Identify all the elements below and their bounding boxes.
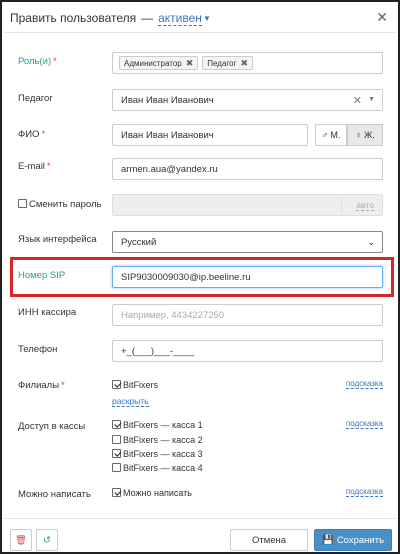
restore-button[interactable]: ↺ bbox=[36, 529, 58, 551]
fio-value: Иван Иван Иванович bbox=[121, 129, 214, 141]
sip-input[interactable]: SIP9030009030@ip.beeline.ru bbox=[112, 266, 383, 288]
cash-option[interactable]: BitFixers — касса 3 bbox=[112, 449, 203, 459]
status-dropdown[interactable]: активен bbox=[158, 11, 202, 26]
email-value: armen.aua@yandex.ru bbox=[121, 163, 218, 175]
close-icon[interactable]: ✕ bbox=[376, 9, 388, 26]
role-tag: Администратор ✖ bbox=[119, 56, 199, 70]
footer-divider bbox=[4, 518, 396, 519]
clear-icon[interactable]: ✕ bbox=[353, 94, 362, 107]
dialog-title: Править пользователя bbox=[10, 11, 137, 25]
fio-input[interactable]: Иван Иван Иванович bbox=[112, 124, 308, 146]
inn-input[interactable]: Например, 4434227250 bbox=[112, 304, 383, 326]
auto-separator bbox=[341, 198, 342, 212]
male-icon: ♂ bbox=[321, 130, 329, 140]
delete-button[interactable]: 🗑 bbox=[10, 529, 32, 551]
cash-checkbox[interactable] bbox=[112, 449, 121, 458]
cash-checkbox[interactable] bbox=[112, 420, 121, 429]
chevron-down-icon[interactable]: ▼ bbox=[368, 96, 375, 103]
language-label: Язык интерфейса bbox=[18, 234, 97, 245]
roles-multiselect[interactable]: Администратор ✖ Педагог ✖ bbox=[112, 52, 383, 74]
password-checkbox[interactable] bbox=[18, 199, 27, 208]
language-value: Русский bbox=[121, 236, 157, 248]
branch-option[interactable]: BitFixers bbox=[112, 380, 158, 390]
cash-option[interactable]: BitFixers — касса 2 bbox=[112, 435, 203, 445]
cash-checkbox[interactable] bbox=[112, 463, 121, 472]
cash-access-label: Доступ в кассы bbox=[18, 421, 86, 432]
branch-checkbox[interactable] bbox=[112, 380, 121, 389]
sip-label: Номер SIP bbox=[18, 270, 66, 281]
auto-password-link: авто bbox=[356, 200, 374, 211]
teacher-value: Иван Иван Иванович bbox=[121, 94, 214, 106]
cash-hint-link[interactable]: подсказка bbox=[345, 419, 383, 429]
cash-option[interactable]: BitFixers — касса 1 bbox=[112, 420, 203, 430]
dialog-header: Править пользователя — активен ▼ ✕ bbox=[10, 8, 390, 28]
title-dash: — bbox=[141, 11, 154, 25]
email-label: E-mail * bbox=[18, 161, 51, 172]
phone-input[interactable]: +_(___)___-____ bbox=[112, 340, 383, 362]
header-divider bbox=[4, 32, 396, 33]
branches-label: Филиалы * bbox=[18, 380, 65, 391]
dialog: Править пользователя — активен ▼ ✕ Роль(… bbox=[0, 0, 400, 554]
fio-label: ФИО * bbox=[18, 129, 46, 140]
can-write-label: Можно написать bbox=[18, 489, 91, 500]
remove-tag-icon[interactable]: ✖ bbox=[241, 58, 249, 69]
sip-value: SIP9030009030@ip.beeline.ru bbox=[121, 271, 251, 283]
can-write-checkbox[interactable] bbox=[112, 488, 121, 497]
cash-option[interactable]: BitFixers — касса 4 bbox=[112, 463, 203, 473]
password-toggle[interactable]: Сменить пароль bbox=[18, 199, 101, 210]
trash-icon: 🗑 bbox=[14, 534, 28, 546]
cancel-button[interactable]: Отмена bbox=[230, 529, 308, 551]
chevron-down-icon[interactable]: ▼ bbox=[203, 14, 211, 23]
phone-value: +_(___)___-____ bbox=[121, 345, 195, 357]
inn-label: ИНН кассира bbox=[18, 307, 77, 318]
teacher-select[interactable]: Иван Иван Иванович ✕ ▼ bbox=[112, 89, 383, 111]
branches-expand-wrapper: раскрыть bbox=[112, 396, 149, 407]
save-button[interactable]: 💾 Сохранить bbox=[314, 529, 392, 551]
save-icon: 💾 bbox=[321, 534, 334, 546]
remove-tag-icon[interactable]: ✖ bbox=[186, 58, 194, 69]
phone-label: Телефон bbox=[18, 344, 58, 355]
role-tag: Педагог ✖ bbox=[202, 56, 254, 70]
female-icon: ♀ bbox=[355, 130, 362, 140]
chevron-down-icon[interactable]: ⌄ bbox=[367, 237, 375, 248]
email-input[interactable]: armen.aua@yandex.ru bbox=[112, 158, 383, 180]
password-input: авто bbox=[112, 194, 383, 216]
expand-link[interactable]: раскрыть bbox=[112, 396, 149, 407]
can-write-option[interactable]: Можно написать bbox=[112, 488, 192, 498]
inn-placeholder: Например, 4434227250 bbox=[121, 309, 225, 321]
cash-checkbox[interactable] bbox=[112, 435, 121, 444]
undo-icon: ↺ bbox=[43, 534, 51, 546]
branches-hint-link[interactable]: подсказка bbox=[345, 379, 383, 389]
roles-label: Роль(и) * bbox=[18, 56, 57, 67]
can-write-hint-link[interactable]: подсказка bbox=[345, 487, 383, 497]
gender-female-button[interactable]: ♀ Ж. bbox=[347, 124, 383, 146]
language-select[interactable]: Русский ⌄ bbox=[112, 231, 383, 253]
teacher-label: Педагог bbox=[18, 93, 53, 104]
gender-male-button[interactable]: ♂ М. bbox=[315, 124, 347, 146]
